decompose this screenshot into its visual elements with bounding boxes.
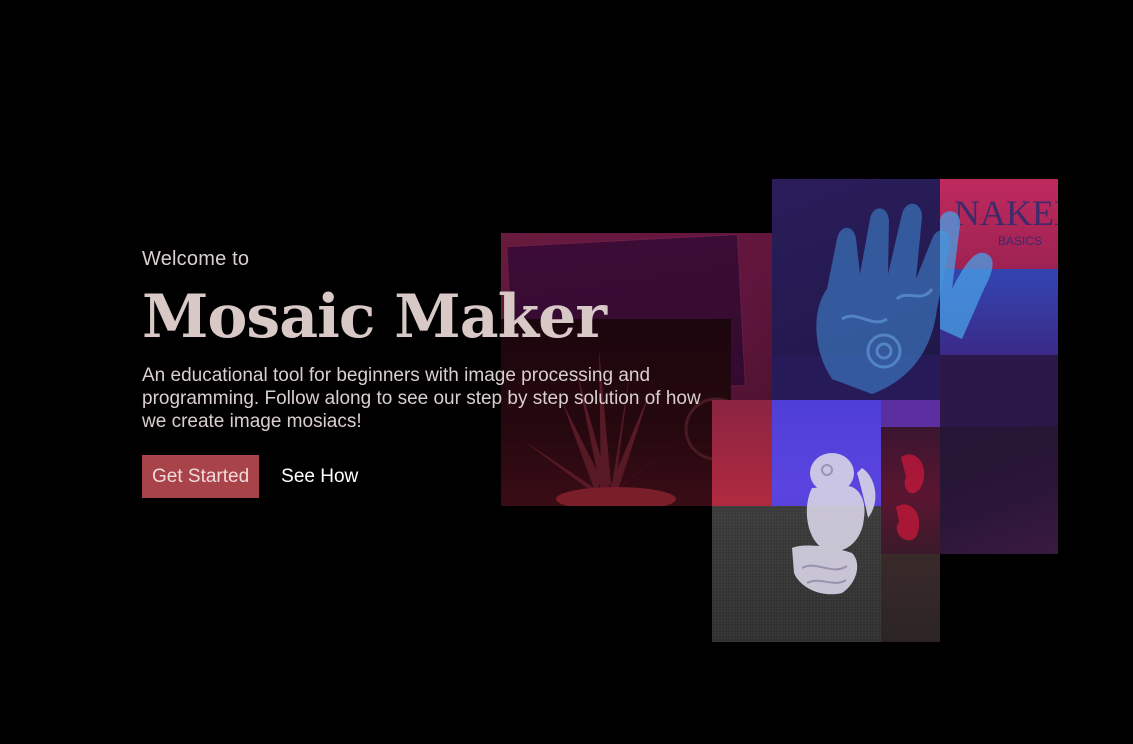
page: NAKED BASICS: [0, 0, 1133, 744]
cherub-statue-image: [792, 453, 876, 595]
hamsa-hand-image: [816, 203, 993, 394]
hero-description: An educational tool for beginners with i…: [142, 365, 701, 432]
welcome-text: Welcome to: [142, 248, 250, 270]
hero-section: Welcome to Mosaic Maker An educational t…: [142, 244, 712, 498]
mosaic-tile-violet-strip: [881, 400, 940, 427]
mosaic-tile-pink: [712, 400, 772, 506]
mosaic-tile-grey-red: [881, 554, 940, 642]
get-started-button[interactable]: Get Started: [142, 455, 260, 498]
hero-actions: Get Started See How: [142, 455, 712, 498]
mosaic-tile-red-patch: [881, 427, 940, 554]
page-title: Mosaic Maker: [142, 282, 607, 352]
see-how-link[interactable]: See How: [281, 466, 358, 488]
